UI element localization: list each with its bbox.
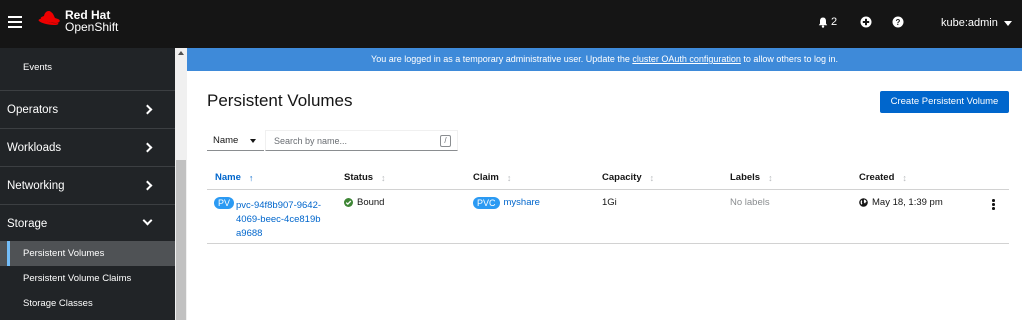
sidebar: Events Operators Workloads Networking St… (0, 48, 175, 320)
claim-link[interactable]: myshare (504, 197, 540, 208)
sort-icon: ↕ (649, 172, 655, 183)
sort-icon: ↕ (768, 172, 773, 183)
column-header-name[interactable]: Name ↑ (215, 172, 253, 183)
create-persistent-volume-button[interactable]: Create Persistent Volume (880, 91, 1009, 113)
hamburger-menu-icon[interactable] (8, 16, 22, 28)
sidebar-group-label: Operators (7, 104, 59, 116)
username: kube:admin (941, 17, 998, 29)
sidebar-item-storage-classes[interactable]: Storage Classes (0, 291, 175, 316)
filter-type-select[interactable]: Name (207, 130, 264, 151)
sidebar-item-label: Persistent Volume Claims (23, 273, 132, 284)
column-header-label: Status (344, 172, 374, 183)
column-header-labels[interactable]: Labels ↕ (730, 172, 773, 183)
column-header-created[interactable]: Created ↕ (859, 172, 907, 183)
sidebar-item-label: Events (23, 62, 53, 73)
sidebar-group-workloads[interactable]: Workloads (0, 128, 175, 166)
chevron-right-icon (142, 104, 153, 115)
search-input[interactable] (274, 134, 434, 148)
bell-icon (818, 17, 828, 28)
sidebar-item-label: Persistent Volumes (23, 248, 105, 259)
table-cell-status: Bound (344, 197, 384, 208)
column-header-label: Created (859, 172, 895, 183)
globe-icon (859, 198, 868, 207)
sidebar-item-events[interactable]: Events (0, 55, 175, 80)
caret-down-icon (250, 139, 256, 143)
table-cell-name: PV pvc-94f8b907-9642-4069-beec-4ce819ba9… (214, 197, 324, 241)
sidebar-group-label: Workloads (7, 142, 62, 154)
table-cell-claim: PVC myshare (473, 197, 540, 209)
user-menu[interactable]: kube:admin (941, 17, 1012, 29)
column-header-label: Name (215, 172, 241, 183)
created-timestamp: May 18, 1:39 pm (872, 197, 943, 208)
pvc-badge: PVC (473, 197, 500, 209)
sidebar-group-label: Storage (7, 218, 48, 230)
notification-count: 2 (831, 16, 838, 28)
sidebar-group-storage[interactable]: Storage (0, 204, 175, 242)
row-actions-kebab-icon[interactable] (992, 199, 995, 211)
temporary-admin-banner: You are logged in as a temporary adminis… (187, 48, 1022, 71)
table-cell-labels: No labels (730, 197, 770, 208)
product-name: OpenShift (65, 20, 119, 34)
sidebar-group-operators[interactable]: Operators (0, 90, 175, 128)
status-text: Bound (357, 197, 385, 208)
table-row-divider (207, 243, 1009, 244)
search-box: / (265, 130, 458, 151)
sidebar-item-label: Storage Classes (23, 298, 93, 309)
oauth-config-link[interactable]: cluster OAuth configuration (632, 54, 741, 64)
red-hat-logo-icon (38, 11, 60, 25)
page-title: Persistent Volumes (207, 91, 353, 110)
sort-ascending-icon: ↑ (248, 172, 254, 183)
check-circle-icon (344, 198, 353, 207)
table-cell-capacity: 1Gi (602, 197, 617, 208)
column-header-label: Capacity (602, 172, 642, 183)
sort-icon: ↕ (381, 172, 386, 183)
column-header-label: Labels (730, 172, 761, 183)
scrollbar-thumb[interactable] (176, 160, 186, 320)
masthead: Red Hat OpenShift 2 ? kube:admin (0, 0, 1022, 48)
plus-circle-icon[interactable] (860, 16, 872, 28)
sort-icon: ↕ (506, 172, 512, 183)
filter-type-value: Name (213, 135, 239, 146)
banner-text-prefix: You are logged in as a temporary adminis… (371, 54, 633, 64)
column-header-claim[interactable]: Claim ↕ (473, 172, 511, 183)
sort-icon: ↕ (902, 172, 907, 183)
table-cell-created: May 18, 1:39 pm (859, 197, 943, 208)
column-header-label: Claim (473, 172, 499, 183)
pv-badge: PV (214, 197, 235, 209)
sidebar-group-networking[interactable]: Networking (0, 166, 175, 204)
banner-text-suffix: to allow others to log in. (740, 54, 838, 64)
pv-name-link[interactable]: pvc-94f8b907-9642-4069-beec-4ce819ba9688 (236, 199, 324, 241)
chevron-right-icon (142, 180, 153, 191)
sidebar-item-persistent-volume-claims[interactable]: Persistent Volume Claims (0, 266, 175, 291)
keyboard-shortcut-hint: / (440, 135, 451, 147)
chevron-right-icon (142, 142, 153, 153)
svg-text:?: ? (896, 18, 901, 27)
column-header-capacity[interactable]: Capacity ↕ (602, 172, 654, 183)
scroll-up-arrow-icon[interactable] (178, 51, 184, 55)
sidebar-item-persistent-volumes[interactable]: Persistent Volumes (0, 241, 175, 266)
column-header-status[interactable]: Status ↕ (344, 172, 386, 183)
question-circle-icon[interactable]: ? (892, 16, 904, 28)
chevron-down-icon (142, 215, 153, 226)
table-header-divider (207, 189, 1009, 190)
notifications-button[interactable]: 2 (818, 16, 837, 28)
sidebar-group-label: Networking (7, 180, 65, 192)
caret-down-icon (1003, 20, 1012, 26)
